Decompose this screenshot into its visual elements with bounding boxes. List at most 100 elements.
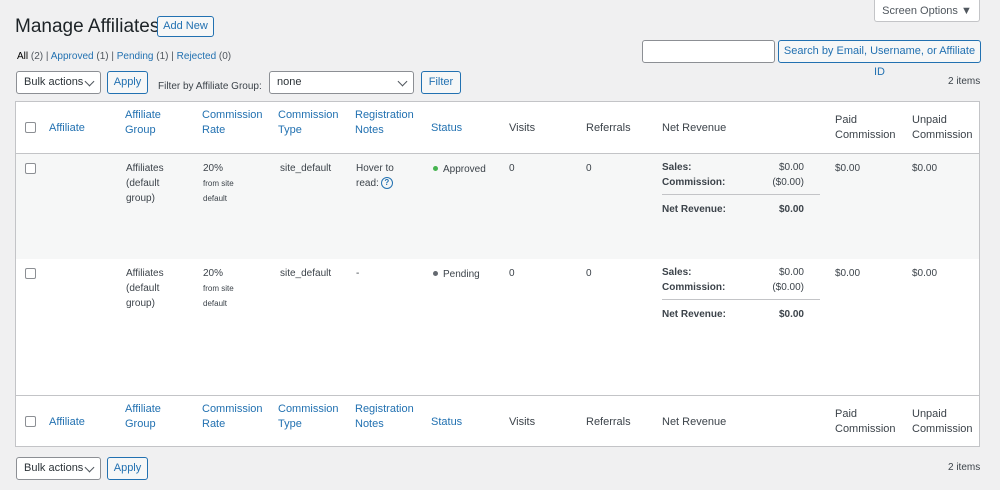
col-commission-rate[interactable]: Commission Rate xyxy=(202,108,263,138)
cell-line: Affiliates xyxy=(126,163,164,174)
col-label-line: Affiliate xyxy=(125,403,161,415)
col-label-line: Registration xyxy=(355,403,414,415)
col-unpaid-commission: Unpaid Commission xyxy=(912,407,973,437)
table-row: Affiliates (default group) 20% from site… xyxy=(16,154,979,259)
cell-line: group) xyxy=(126,193,155,204)
cell-visits: 0 xyxy=(509,268,515,279)
cell-line: from site xyxy=(203,179,234,188)
apply-button-top[interactable]: Apply xyxy=(107,71,148,94)
col-unpaid-commission: Unpaid Commission xyxy=(912,113,973,143)
col-affiliate-group[interactable]: Affiliate Group xyxy=(125,108,161,138)
cell-paid-commission: $0.00 xyxy=(835,163,861,174)
cell-line: (default xyxy=(126,178,160,189)
col-label-line: Affiliate xyxy=(125,109,161,121)
commission-label: Commission: xyxy=(662,282,726,293)
sales-label: Sales: xyxy=(662,162,692,173)
col-affiliate[interactable]: Affiliate xyxy=(49,121,85,136)
col-label-line: Paid xyxy=(835,114,858,126)
col-status[interactable]: Status xyxy=(431,415,462,430)
affiliates-table: Affiliate Affiliate Group Commission Rat… xyxy=(15,101,980,447)
bulk-actions-select-bottom[interactable]: Bulk actions xyxy=(16,457,101,480)
col-commission-type[interactable]: Commission Type xyxy=(278,402,339,432)
cell-paid-commission: $0.00 xyxy=(835,268,861,279)
select-all-checkbox[interactable] xyxy=(25,122,36,133)
filter-separator: | xyxy=(171,51,174,62)
col-label-line: Commission xyxy=(278,109,339,121)
net-revenue-value: $0.00 xyxy=(778,204,804,215)
col-label-line: Type xyxy=(278,418,302,430)
status-dot-icon xyxy=(433,270,438,276)
revenue-divider xyxy=(662,299,820,300)
col-label-line: Group xyxy=(125,124,156,136)
filter-all[interactable]: All xyxy=(17,51,28,62)
col-registration-notes[interactable]: Registration Notes xyxy=(355,108,414,138)
help-icon[interactable]: ? xyxy=(380,177,393,190)
cell-referrals: 0 xyxy=(586,268,592,279)
cell-unpaid-commission: $0.00 xyxy=(912,268,938,279)
col-label-line: Commission xyxy=(202,403,263,415)
row-checkbox[interactable] xyxy=(25,163,36,174)
col-paid-commission: Paid Commission xyxy=(835,407,896,437)
net-revenue-label: Net Revenue: xyxy=(662,204,726,215)
col-label-line: Commission xyxy=(912,129,973,141)
status-filter-links: All (2) | Approved (1) | Pending (1) | R… xyxy=(17,51,231,62)
cell-line: Hover to xyxy=(356,163,394,174)
filter-rejected[interactable]: Rejected xyxy=(177,51,216,62)
cell-line: read: xyxy=(356,178,379,189)
table-header: Affiliate Affiliate Group Commission Rat… xyxy=(16,102,979,154)
cell-registration-notes: Hover to read:? xyxy=(356,161,394,191)
col-affiliate-group[interactable]: Affiliate Group xyxy=(125,402,161,432)
filter-pending[interactable]: Pending xyxy=(117,51,154,62)
cell-commission-rate: 20% from site default xyxy=(203,266,234,311)
group-filter-select[interactable]: none xyxy=(269,71,414,94)
filter-approved[interactable]: Approved xyxy=(51,51,94,62)
cell-line: default xyxy=(203,194,228,203)
select-all-checkbox[interactable] xyxy=(25,416,36,427)
bulk-actions-select-top[interactable]: Bulk actions xyxy=(16,71,101,94)
sales-value: $0.00 xyxy=(778,267,804,278)
sales-value: $0.00 xyxy=(778,162,804,173)
col-affiliate[interactable]: Affiliate xyxy=(49,415,85,430)
cell-affiliate-group: Affiliates (default group) xyxy=(126,161,164,206)
col-visits: Visits xyxy=(509,416,536,428)
cell-referrals: 0 xyxy=(586,163,592,174)
search-input[interactable] xyxy=(642,40,775,63)
col-label-line: Notes xyxy=(355,124,384,136)
filter-approved-count: (1) xyxy=(96,51,109,62)
col-status[interactable]: Status xyxy=(431,121,462,136)
search-button[interactable]: Search by Email, Username, or Affiliate … xyxy=(778,40,981,78)
apply-button-bottom[interactable]: Apply xyxy=(107,457,148,480)
cell-status: Approved xyxy=(433,162,486,177)
cell-line: group) xyxy=(126,298,155,309)
net-revenue-label: Net Revenue: xyxy=(662,309,726,320)
revenue-divider xyxy=(662,194,820,195)
table-row: Affiliates (default group) 20% from site… xyxy=(16,259,979,364)
row-checkbox[interactable] xyxy=(25,268,36,279)
cell-line: 20% xyxy=(203,268,224,279)
cell-line: Affiliates xyxy=(126,268,164,279)
cell-line: default xyxy=(203,299,228,308)
table-footer: Affiliate Affiliate Group Commission Rat… xyxy=(16,395,979,447)
group-filter-value: none xyxy=(277,76,302,88)
col-label-line: Paid xyxy=(835,408,858,420)
group-filter-label: Filter by Affiliate Group: xyxy=(158,81,262,92)
col-label-line: Commission xyxy=(835,423,896,435)
cell-status: Pending xyxy=(433,267,480,282)
col-commission-type[interactable]: Commission Type xyxy=(278,108,339,138)
col-label-line: Registration xyxy=(355,109,414,121)
col-label-line: Group xyxy=(125,418,156,430)
col-commission-rate[interactable]: Commission Rate xyxy=(202,402,263,432)
filter-button[interactable]: Filter xyxy=(421,71,461,94)
chevron-down-icon xyxy=(84,462,95,473)
col-label-line: Rate xyxy=(202,418,226,430)
sales-label: Sales: xyxy=(662,267,692,278)
add-new-button[interactable]: Add New xyxy=(157,16,214,37)
commission-label: Commission: xyxy=(662,177,726,188)
col-registration-notes[interactable]: Registration Notes xyxy=(355,402,414,432)
bulk-actions-label: Bulk actions xyxy=(24,462,84,474)
col-visits: Visits xyxy=(509,122,536,134)
screen-options-button[interactable]: Screen Options ▼ xyxy=(874,0,980,22)
status-badge: Approved xyxy=(443,164,486,175)
col-referrals: Referrals xyxy=(586,416,631,428)
cell-visits: 0 xyxy=(509,163,515,174)
